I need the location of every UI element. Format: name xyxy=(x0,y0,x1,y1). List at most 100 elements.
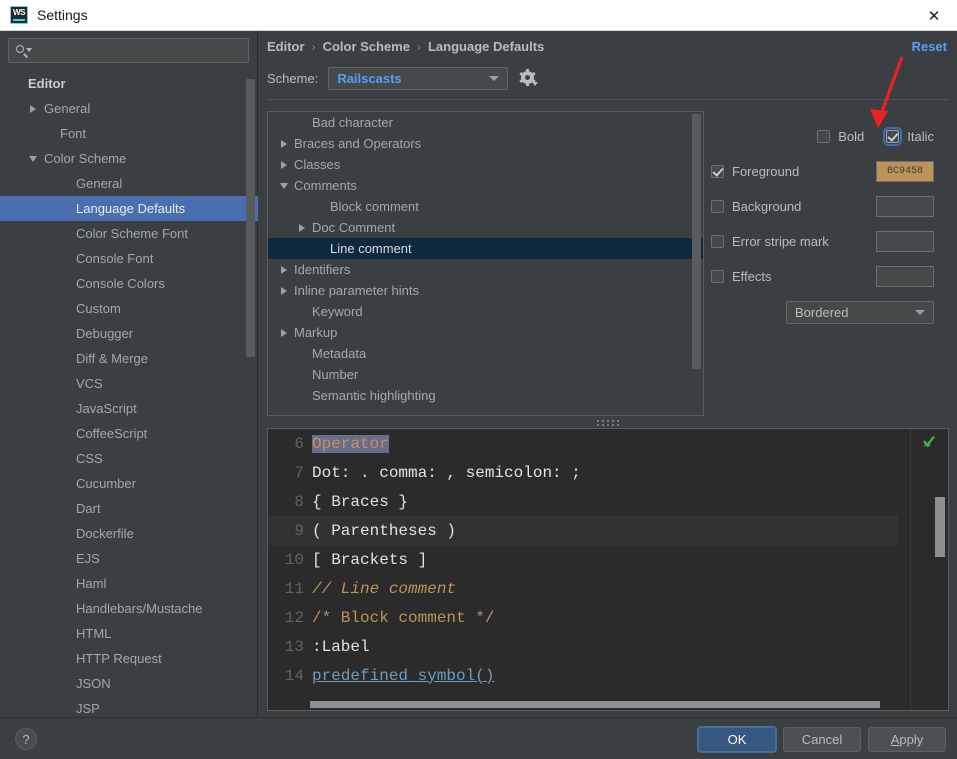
code-line[interactable]: 14 predefined_symbol() xyxy=(268,661,898,690)
color-tree-item-markup[interactable]: Markup xyxy=(268,322,703,343)
sidebar-item-dart[interactable]: Dart xyxy=(0,496,258,521)
close-icon[interactable]: ✕ xyxy=(911,0,957,31)
search-input[interactable] xyxy=(31,42,242,59)
color-tree-item-inline-parameter-hints[interactable]: Inline parameter hints xyxy=(268,280,703,301)
color-tree-item-classes[interactable]: Classes xyxy=(268,154,703,175)
sidebar-item-general[interactable]: General xyxy=(0,171,258,196)
color-tree-item-label: Block comment xyxy=(330,199,419,214)
code-line[interactable]: 8 { Braces } xyxy=(268,487,898,516)
search-box[interactable] xyxy=(8,38,249,63)
scheme-dropdown[interactable]: Railscasts xyxy=(328,67,509,90)
color-tree-item-keyword[interactable]: Keyword xyxy=(268,301,703,322)
error-stripe-color-swatch[interactable] xyxy=(876,230,934,252)
background-color-swatch[interactable] xyxy=(876,195,934,217)
effects-color-swatch[interactable] xyxy=(876,265,934,287)
color-tree-item-bad-character[interactable]: Bad character xyxy=(268,112,703,133)
chevron-right-icon[interactable] xyxy=(274,286,294,295)
chevron-down-icon[interactable] xyxy=(26,155,40,162)
italic-checkbox[interactable] xyxy=(883,126,903,146)
code-token: { Braces } xyxy=(312,492,409,511)
error-stripe-checkbox[interactable] xyxy=(711,234,724,248)
gear-icon[interactable] xyxy=(519,69,539,87)
help-button[interactable]: ? xyxy=(15,728,37,750)
color-tree-item-block-comment[interactable]: Block comment xyxy=(268,196,703,217)
sidebar-item-css[interactable]: CSS xyxy=(0,446,258,471)
sidebar-scrollbar-thumb[interactable] xyxy=(246,79,255,357)
inspection-ok-checkmark-icon[interactable] xyxy=(922,435,936,449)
color-tree-item-comments[interactable]: Comments xyxy=(268,175,703,196)
color-tree-item-semantic-highlighting[interactable]: Semantic highlighting xyxy=(268,385,703,406)
preview-scrollbar-thumb[interactable] xyxy=(935,497,945,557)
foreground-checkbox[interactable] xyxy=(711,164,724,178)
sidebar-item-general[interactable]: General xyxy=(0,96,258,121)
sidebar-item-console-colors[interactable]: Console Colors xyxy=(0,271,258,296)
cancel-button[interactable]: Cancel xyxy=(783,727,861,752)
sidebar-scrollbar[interactable] xyxy=(246,71,255,717)
code-line[interactable]: 11 // Line comment xyxy=(268,574,898,603)
sidebar-item-font[interactable]: Font xyxy=(0,121,258,146)
chevron-down-icon[interactable] xyxy=(274,182,294,189)
sidebar-item-custom[interactable]: Custom xyxy=(0,296,258,321)
sidebar-item-http-request[interactable]: HTTP Request xyxy=(0,646,258,671)
line-number: 8 xyxy=(294,492,304,511)
sidebar-item-language-defaults[interactable]: Language Defaults xyxy=(0,196,258,221)
bold-checkbox[interactable] xyxy=(817,129,831,143)
breadcrumb-item-1[interactable]: Color Scheme xyxy=(323,39,410,54)
color-tree-item-metadata[interactable]: Metadata xyxy=(268,343,703,364)
sidebar-item-debugger[interactable]: Debugger xyxy=(0,321,258,346)
line-number: 10 xyxy=(284,550,304,569)
sidebar-item-label: Handlebars/Mustache xyxy=(76,601,203,616)
apply-button[interactable]: Apply xyxy=(868,727,946,752)
code-line[interactable]: 9 ( Parentheses ) xyxy=(268,516,898,545)
color-tree-item-number[interactable]: Number xyxy=(268,364,703,385)
preview-horizontal-scrollbar[interactable] xyxy=(310,701,880,708)
color-tree-scrollbar-thumb[interactable] xyxy=(692,114,701,369)
foreground-color-swatch[interactable]: BC9458 xyxy=(876,160,934,182)
sidebar-item-cucumber[interactable]: Cucumber xyxy=(0,471,258,496)
sidebar-item-editor[interactable]: Editor xyxy=(0,71,258,96)
chevron-right-icon[interactable] xyxy=(274,328,294,337)
color-tree-item-label: Metadata xyxy=(312,346,367,361)
sidebar-item-html[interactable]: HTML xyxy=(0,621,258,646)
reset-link[interactable]: Reset xyxy=(912,39,947,54)
breadcrumb-item-0[interactable]: Editor xyxy=(267,39,305,54)
panel-splitter[interactable] xyxy=(267,417,949,428)
apply-mnemonic: A xyxy=(890,732,900,747)
ok-button[interactable]: OK xyxy=(698,727,776,752)
code-line[interactable]: 10 [ Brackets ] xyxy=(268,545,898,574)
code-preview[interactable]: 6 Operator 7 Dot: . comma: , semicolon: ; 8 {… xyxy=(267,428,949,711)
sidebar-item-handlebars-mustache[interactable]: Handlebars/Mustache xyxy=(0,596,258,621)
sidebar-item-coffeescript[interactable]: CoffeeScript xyxy=(0,421,258,446)
code-line[interactable]: 12 /* Block comment */ xyxy=(268,603,898,632)
code-line[interactable]: 6 Operator xyxy=(268,429,898,458)
sidebar-item-ejs[interactable]: EJS xyxy=(0,546,258,571)
color-tree-item-braces-and-operators[interactable]: Braces and Operators xyxy=(268,133,703,154)
chevron-right-icon[interactable] xyxy=(274,160,294,169)
chevron-right-icon[interactable] xyxy=(26,104,40,113)
sidebar-item-diff-merge[interactable]: Diff & Merge xyxy=(0,346,258,371)
color-tree-item-identifiers[interactable]: Identifiers xyxy=(268,259,703,280)
sidebar-item-haml[interactable]: Haml xyxy=(0,571,258,596)
sidebar-item-label: JSON xyxy=(76,676,111,691)
color-tree-scrollbar[interactable] xyxy=(692,112,701,415)
code-line[interactable]: 7 Dot: . comma: , semicolon: ; xyxy=(268,458,898,487)
effects-checkbox[interactable] xyxy=(711,269,724,283)
effect-type-dropdown[interactable]: Bordered xyxy=(786,301,934,324)
sidebar-item-vcs[interactable]: VCS xyxy=(0,371,258,396)
sidebar-item-jsp[interactable]: JSP xyxy=(0,696,258,717)
sidebar-item-color-scheme[interactable]: Color Scheme xyxy=(0,146,258,171)
color-tree-item-line-comment[interactable]: Line comment xyxy=(268,238,703,259)
code-line[interactable]: 13:Label xyxy=(268,632,898,661)
sidebar-item-color-scheme-font[interactable]: Color Scheme Font xyxy=(0,221,258,246)
sidebar-item-console-font[interactable]: Console Font xyxy=(0,246,258,271)
preview-scrollbar[interactable] xyxy=(935,455,945,705)
breadcrumb-item-2[interactable]: Language Defaults xyxy=(428,39,544,54)
sidebar-item-json[interactable]: JSON xyxy=(0,671,258,696)
color-tree-item-doc-comment[interactable]: Doc Comment xyxy=(268,217,703,238)
chevron-right-icon[interactable] xyxy=(292,223,312,232)
chevron-right-icon[interactable] xyxy=(274,139,294,148)
background-checkbox[interactable] xyxy=(711,199,724,213)
chevron-right-icon[interactable] xyxy=(274,265,294,274)
sidebar-item-dockerfile[interactable]: Dockerfile xyxy=(0,521,258,546)
sidebar-item-javascript[interactable]: JavaScript xyxy=(0,396,258,421)
